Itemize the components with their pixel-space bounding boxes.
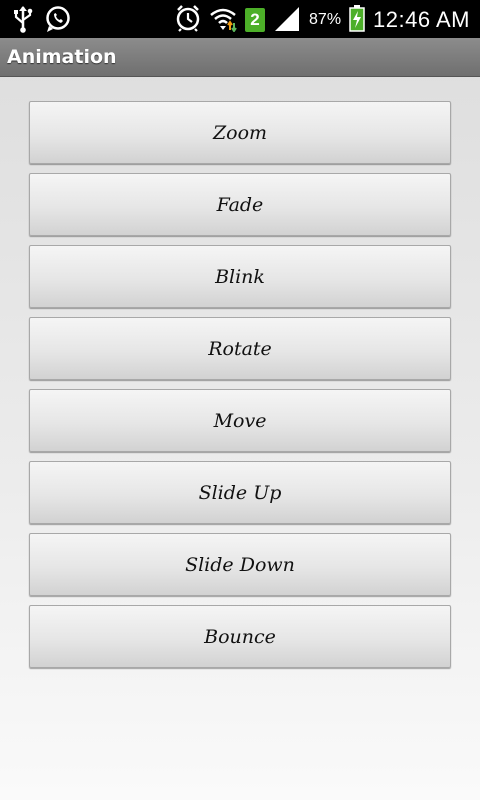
animation-button-list: Zoom Fade Blink Rotate Move Slide Up Sli… — [29, 101, 451, 677]
notification-count-icon: 2 — [245, 8, 266, 32]
move-button[interactable]: Move — [29, 389, 451, 452]
rotate-button[interactable]: Rotate — [29, 317, 451, 380]
slide-up-button[interactable]: Slide Up — [29, 461, 451, 524]
clock: 12:46 AM — [373, 7, 470, 32]
app-title: Animation — [7, 46, 117, 68]
usb-icon — [12, 5, 34, 37]
status-bar-left — [12, 5, 72, 37]
status-bar-right: 2 87% 12:46 AM — [175, 4, 470, 36]
title-bar: Animation — [0, 38, 480, 77]
status-bar: 2 87% 12:46 AM — [0, 0, 480, 38]
slide-down-button[interactable]: Slide Down — [29, 533, 451, 596]
whatsapp-icon — [44, 5, 72, 37]
alarm-icon — [175, 4, 201, 36]
zoom-button[interactable]: Zoom — [29, 101, 451, 164]
battery-charging-icon — [349, 4, 365, 36]
fade-button[interactable]: Fade — [29, 173, 451, 236]
wifi-icon — [209, 4, 237, 36]
signal-icon — [273, 4, 301, 36]
battery-percent: 87% — [309, 11, 342, 28]
blink-button[interactable]: Blink — [29, 245, 451, 308]
bounce-button[interactable]: Bounce — [29, 605, 451, 668]
